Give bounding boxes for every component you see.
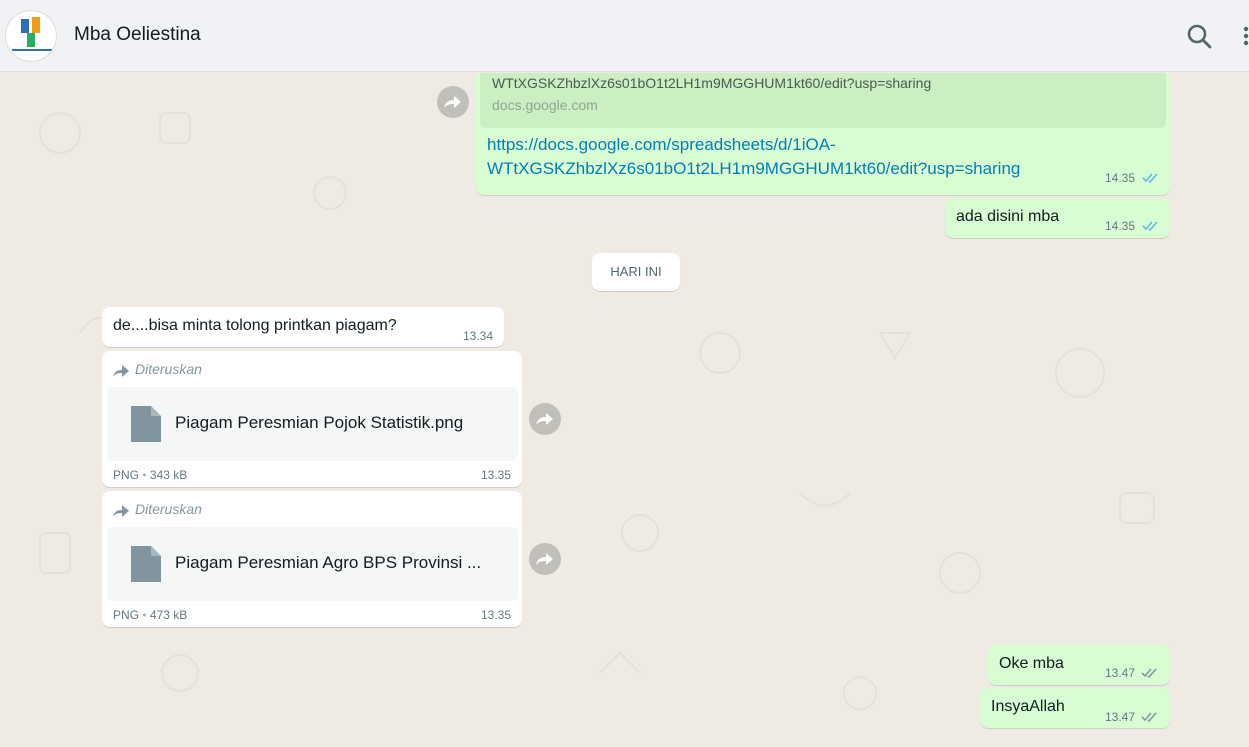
forward-icon[interactable] (437, 86, 469, 118)
message-time: 13.35 (481, 608, 512, 622)
document-icon (131, 546, 161, 582)
link-preview-text: WTtXGSKZhbzlXz6s01bO1t2LH1m9MGGHUM1kt60/… (492, 75, 932, 91)
message-time: 14.35 (1105, 219, 1136, 233)
forwarded-label: Diteruskan (135, 501, 202, 517)
outgoing-message[interactable]: InsyaAllah 13.47 (980, 688, 1170, 728)
forward-icon[interactable] (529, 403, 561, 435)
forwarded-file-message[interactable]: Diteruskan Piagam Peresmian Agro BPS Pro… (102, 491, 522, 627)
search-icon[interactable] (1185, 22, 1213, 50)
file-name: Piagam Peresmian Pojok Statistik.png (175, 413, 464, 432)
message-text: Oke mba (999, 655, 1064, 672)
forwarded-icon (113, 365, 129, 377)
double-check-icon (1141, 668, 1157, 679)
forwarded-label: Diteruskan (135, 361, 202, 377)
spreadsheet-link-line2[interactable]: WTtXGSKZhbzlXz6s01bO1t2LH1m9MGGHUM1kt60/… (487, 157, 1020, 181)
document-attachment[interactable]: Piagam Peresmian Agro BPS Provinsi ... (107, 527, 518, 601)
document-icon (131, 406, 161, 442)
message-time: 14.35 (1105, 171, 1136, 185)
chat-header: Mba Oeliestina (0, 0, 1249, 72)
message-time: 13.34 (463, 329, 494, 343)
message-time: 13.35 (481, 468, 512, 482)
message-text: InsyaAllah (991, 698, 1065, 715)
document-attachment[interactable]: Piagam Peresmian Pojok Statistik.png (107, 387, 518, 461)
spreadsheet-link-line1[interactable]: https://docs.google.com/spreadsheets/d/1… (487, 133, 836, 157)
outgoing-link-message[interactable]: WTtXGSKZhbzlXz6s01bO1t2LH1m9MGGHUM1kt60/… (476, 73, 1170, 195)
contact-name[interactable]: Mba Oeliestina (74, 24, 201, 46)
forwarded-icon (113, 505, 129, 517)
file-type: PNG (113, 468, 143, 482)
link-preview-domain: docs.google.com (492, 97, 598, 113)
chat-area[interactable]: WTtXGSKZhbzlXz6s01bO1t2LH1m9MGGHUM1kt60/… (0, 73, 1249, 747)
file-name: Piagam Peresmian Agro BPS Provinsi ... (175, 553, 482, 572)
meta-separator: • (142, 468, 150, 482)
double-check-icon (1142, 221, 1158, 232)
incoming-message[interactable]: de....bisa minta tolong printkan piagam?… (102, 307, 504, 347)
forward-icon[interactable] (529, 543, 561, 575)
message-text: de....bisa minta tolong printkan piagam? (113, 317, 397, 334)
double-check-icon (1142, 173, 1158, 184)
message-time: 13.47 (1105, 666, 1136, 680)
file-meta: PNG • 473 kB (113, 608, 187, 622)
double-check-icon (1141, 712, 1157, 723)
file-size: 473 kB (149, 608, 188, 622)
meta-separator: • (142, 608, 150, 622)
contact-avatar[interactable] (5, 10, 57, 62)
outgoing-message[interactable]: ada disini mba 14.35 (945, 198, 1170, 238)
bps-logo (12, 17, 52, 51)
more-vertical-icon[interactable] (1240, 22, 1249, 50)
message-time: 13.47 (1105, 710, 1136, 724)
date-divider: HARI INI (592, 253, 680, 291)
file-meta: PNG • 343 kB (113, 468, 187, 482)
file-size: 343 kB (149, 468, 188, 482)
link-preview[interactable]: WTtXGSKZhbzlXz6s01bO1t2LH1m9MGGHUM1kt60/… (480, 73, 1166, 128)
outgoing-message[interactable]: Oke mba 13.47 (988, 645, 1170, 685)
file-type: PNG (113, 608, 143, 622)
forwarded-file-message[interactable]: Diteruskan Piagam Peresmian Pojok Statis… (102, 351, 522, 487)
message-text: ada disini mba (956, 208, 1060, 225)
